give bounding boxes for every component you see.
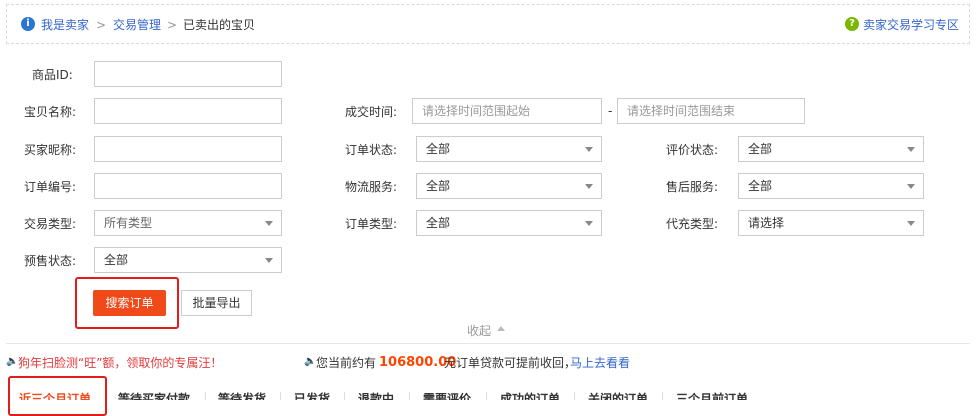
tab-separator [574, 392, 575, 400]
divider [6, 343, 970, 344]
deal-time-end-input[interactable]: 请选择时间范围结束 [617, 98, 805, 124]
breadcrumb-item-sold: 已卖出的宝贝 [183, 18, 256, 32]
highlight-box [75, 277, 179, 329]
product-id-input[interactable] [94, 61, 282, 87]
deal-time-label: 成交时间: [345, 105, 398, 119]
batch-export-button[interactable]: 批量导出 [181, 290, 252, 316]
advance-link[interactable]: 马上去看看 [570, 356, 630, 370]
order-tabs: 近三个月订单 等待买家付款 等待发货 已发货 退款中 需要评价 成功的订单 关闭… [0, 382, 978, 400]
review-status-select[interactable]: 全部 [738, 136, 924, 162]
tab-refunding[interactable]: 退款中 [358, 390, 394, 400]
order-type-select[interactable]: 全部 [416, 210, 602, 236]
order-status-value: 全部 [426, 142, 451, 156]
order-type-value: 全部 [426, 216, 451, 230]
buyer-nick-input[interactable] [94, 136, 282, 162]
breadcrumb-item-trade[interactable]: 交易管理 [113, 18, 161, 32]
agent-type-label: 代充类型: [666, 217, 719, 231]
chevron-up-icon [497, 326, 505, 331]
trade-type-value: 所有类型 [104, 216, 153, 230]
advance-notice-prefix: 您当前约有 [316, 356, 377, 370]
tab-closed-orders[interactable]: 关闭的订单 [588, 390, 648, 400]
agent-type-select[interactable]: 请选择 [738, 210, 924, 236]
review-status-value: 全部 [748, 142, 773, 156]
tab-awaiting-payment[interactable]: 等待买家付款 [118, 390, 190, 400]
tab-separator [409, 392, 410, 400]
help-icon: ? [845, 17, 859, 31]
help-link[interactable]: 卖家交易学习专区 [863, 18, 959, 32]
breadcrumb-item-seller[interactable]: 我是卖家 [41, 18, 89, 32]
chevron-down-icon [265, 221, 273, 226]
tab-separator [486, 392, 487, 400]
chevron-down-icon [585, 184, 593, 189]
chevron-down-icon [265, 258, 273, 263]
presale-select[interactable]: 全部 [94, 247, 282, 273]
trade-type-label: 交易类型: [24, 217, 77, 231]
order-status-select[interactable]: 全部 [416, 136, 602, 162]
breadcrumb-separator: > [96, 18, 107, 32]
presale-value: 全部 [104, 253, 129, 267]
breadcrumb-bar: i 我是卖家 > 交易管理 > 已卖出的宝贝 ? 卖家交易学习专区 [6, 4, 970, 44]
logistics-select[interactable]: 全部 [416, 173, 602, 199]
chevron-down-icon [907, 221, 915, 226]
after-sale-select[interactable]: 全部 [738, 173, 924, 199]
buyer-nick-label: 买家昵称: [24, 143, 77, 157]
chevron-down-icon [907, 184, 915, 189]
order-no-input[interactable] [94, 173, 282, 199]
speaker-icon: 🔈 [6, 356, 19, 367]
tab-separator [280, 392, 281, 400]
highlight-box [8, 376, 107, 416]
tab-separator [344, 392, 345, 400]
tab-successful-orders[interactable]: 成功的订单 [500, 390, 560, 400]
chevron-down-icon [907, 147, 915, 152]
tab-shipped[interactable]: 已发货 [294, 390, 330, 400]
trade-type-select[interactable]: 所有类型 [94, 210, 282, 236]
tab-awaiting-shipment[interactable]: 等待发货 [218, 390, 266, 400]
logistics-value: 全部 [426, 179, 451, 193]
order-status-label: 订单状态: [345, 143, 398, 157]
tab-separator [205, 392, 206, 400]
promo-notice[interactable]: 狗年扫脸测“旺”额，领取你的专属汪！ [18, 356, 222, 370]
after-sale-value: 全部 [748, 179, 773, 193]
range-dash: - [608, 104, 613, 118]
product-id-label: 商品ID: [32, 68, 73, 82]
order-type-label: 订单类型: [345, 217, 398, 231]
collapse-toggle[interactable]: 收起 [467, 322, 491, 339]
presale-label: 预售状态: [24, 254, 77, 268]
info-icon: i [21, 17, 35, 31]
advance-notice-suffix: 元订单贷款可提前收回， [444, 356, 577, 370]
chevron-down-icon [585, 221, 593, 226]
item-name-input[interactable] [94, 98, 282, 124]
tab-older-orders[interactable]: 三个月前订单 [676, 390, 748, 400]
agent-type-value: 请选择 [748, 216, 785, 230]
tab-need-review[interactable]: 需要评价 [423, 390, 471, 400]
item-name-label: 宝贝名称: [24, 105, 77, 119]
deal-time-start-input[interactable]: 请选择时间范围起始 [412, 98, 602, 124]
speaker-icon: 🔈 [304, 356, 317, 367]
breadcrumb-separator: > [167, 18, 178, 32]
logistics-label: 物流服务: [345, 180, 398, 194]
chevron-down-icon [585, 147, 593, 152]
tab-separator [662, 392, 663, 400]
review-status-label: 评价状态: [666, 143, 719, 157]
order-no-label: 订单编号: [24, 180, 77, 194]
after-sale-label: 售后服务: [666, 180, 719, 194]
